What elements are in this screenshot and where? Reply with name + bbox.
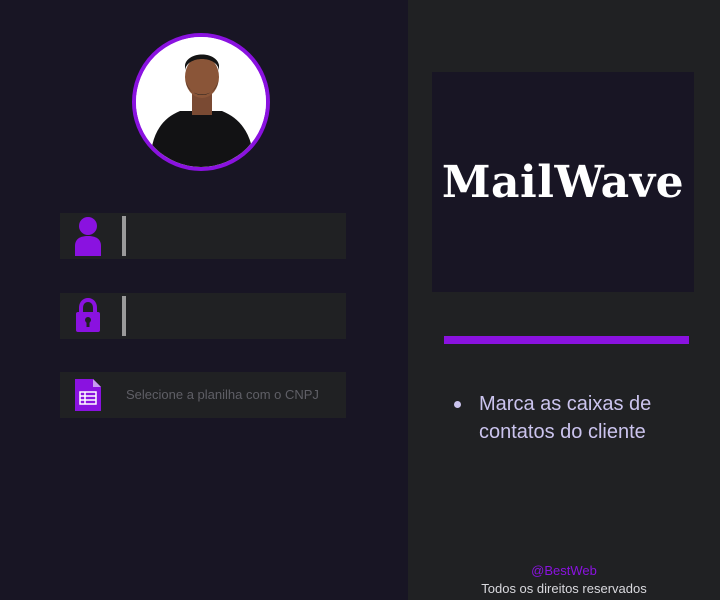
list-item: Marca as caixas de contatos do cliente (452, 390, 702, 446)
footer-rights: Todos os direitos reservados (481, 581, 647, 596)
password-field[interactable] (60, 293, 346, 339)
avatar-photo (136, 37, 266, 167)
bullet-icon (454, 401, 461, 408)
brand-title: MailWave (441, 156, 685, 208)
footer: @BestWeb Todos os direitos reservados (408, 562, 720, 598)
user-icon (72, 213, 104, 259)
spreadsheet-picker[interactable]: Selecione a planilha com o CNPJ (60, 372, 346, 418)
username-field[interactable] (60, 213, 346, 259)
spreadsheet-icon (72, 372, 104, 418)
brand-box: MailWave (432, 72, 694, 292)
lock-icon (72, 293, 104, 339)
info-panel: MailWave Marca as caixas de contatos do … (408, 0, 720, 600)
feature-list: Marca as caixas de contatos do cliente (452, 390, 702, 446)
footer-credit: @BestWeb (531, 563, 597, 578)
avatar (132, 33, 270, 171)
username-input[interactable] (130, 216, 340, 256)
password-caret (122, 296, 126, 336)
username-caret (122, 216, 126, 256)
spreadsheet-label: Selecione a planilha com o CNPJ (126, 387, 319, 402)
login-panel: Selecione a planilha com o CNPJ (0, 0, 408, 600)
password-input[interactable] (130, 296, 340, 336)
accent-divider (444, 336, 689, 344)
feature-text: Marca as caixas de contatos do cliente (479, 393, 652, 443)
